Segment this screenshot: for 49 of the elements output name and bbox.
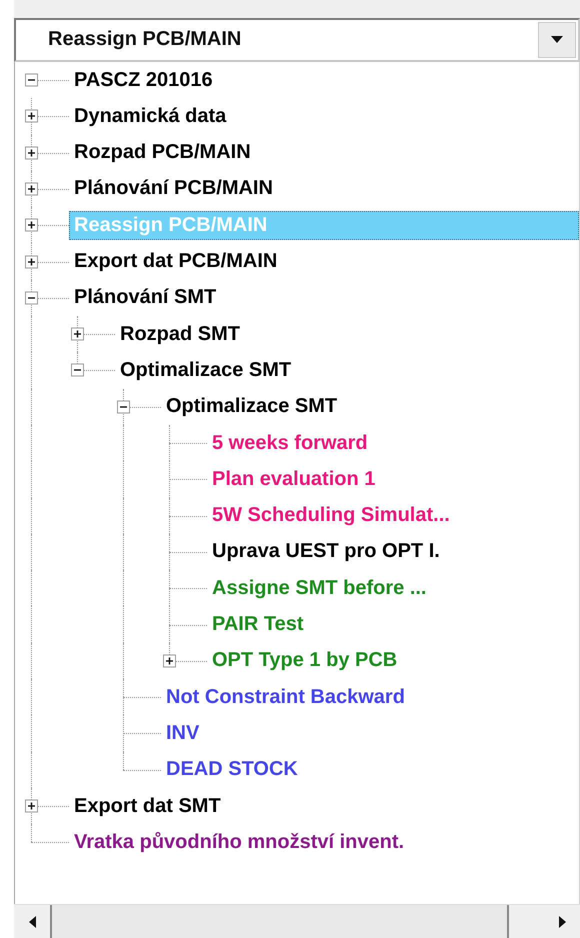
tree-item[interactable]: PASCZ 201016 — [69, 66, 218, 95]
tree-item[interactable]: DEAD STOCK — [161, 755, 303, 784]
plus-icon — [27, 220, 36, 230]
tree-item[interactable]: INV — [161, 718, 204, 748]
expand-toggle[interactable] — [117, 400, 130, 414]
expand-toggle[interactable] — [71, 328, 84, 341]
expand-toggle[interactable] — [25, 291, 38, 304]
expand-toggle[interactable] — [71, 364, 84, 377]
tree-item[interactable]: Vratka původního množství invent. — [69, 828, 410, 857]
expand-toggle[interactable] — [25, 146, 38, 160]
horizontal-scrollbar[interactable] — [14, 904, 580, 938]
tree-item[interactable]: Export dat PCB/MAIN — [69, 247, 282, 276]
scroll-thumb[interactable] — [50, 905, 509, 938]
expand-toggle[interactable] — [25, 182, 38, 196]
expand-toggle[interactable] — [25, 800, 38, 813]
caret-icon — [551, 36, 563, 44]
expand-toggle[interactable] — [25, 74, 38, 87]
tree-item[interactable]: 5 weeks forward — [207, 428, 373, 458]
tree-item[interactable]: OPT Type 1 by PCB — [207, 646, 402, 676]
tree-item[interactable]: Dynamická data — [69, 102, 232, 131]
right-arrow-icon — [558, 916, 566, 928]
tree-item[interactable]: Rozpad PCB/MAIN — [69, 138, 256, 168]
tree-item[interactable]: Uprava UEST pro OPT I. — [207, 537, 445, 566]
tree-item[interactable]: Assigne SMT before ... — [207, 574, 432, 603]
tree-item[interactable]: Plan evaluation 1 — [207, 464, 380, 494]
tree-item[interactable]: Optimalizace SMT — [161, 392, 342, 422]
tree-item[interactable]: Export dat SMT — [69, 792, 226, 821]
plus-icon — [27, 802, 36, 811]
tree-item[interactable]: Rozpad SMT — [115, 320, 245, 349]
plus-icon — [73, 330, 82, 339]
tree-item[interactable]: Optimalizace SMT — [115, 356, 296, 385]
plus-icon — [27, 112, 36, 121]
dropdown[interactable]: Reassign PCB/MAIN — [14, 18, 580, 62]
tree-item[interactable]: Plánování SMT — [69, 283, 222, 312]
expand-toggle[interactable] — [25, 110, 38, 123]
dropdown-button[interactable] — [538, 22, 576, 58]
plus-icon — [27, 257, 36, 266]
tree-item[interactable]: PAIR Test — [207, 610, 308, 640]
tree-item[interactable]: 5W Scheduling Simulat... — [207, 501, 455, 530]
tree-item[interactable]: Not Constraint Backward — [161, 682, 410, 712]
plus-icon — [27, 184, 36, 194]
plus-icon — [165, 656, 174, 666]
plus-icon — [27, 148, 36, 158]
dropdown-value: Reassign PCB/MAIN — [47, 28, 242, 52]
tree-item[interactable]: Plánování PCB/MAIN — [69, 174, 278, 204]
expand-toggle[interactable] — [163, 654, 176, 668]
expand-toggle[interactable] — [25, 255, 38, 268]
expand-toggle[interactable] — [25, 218, 38, 232]
left-arrow-icon — [28, 916, 36, 928]
